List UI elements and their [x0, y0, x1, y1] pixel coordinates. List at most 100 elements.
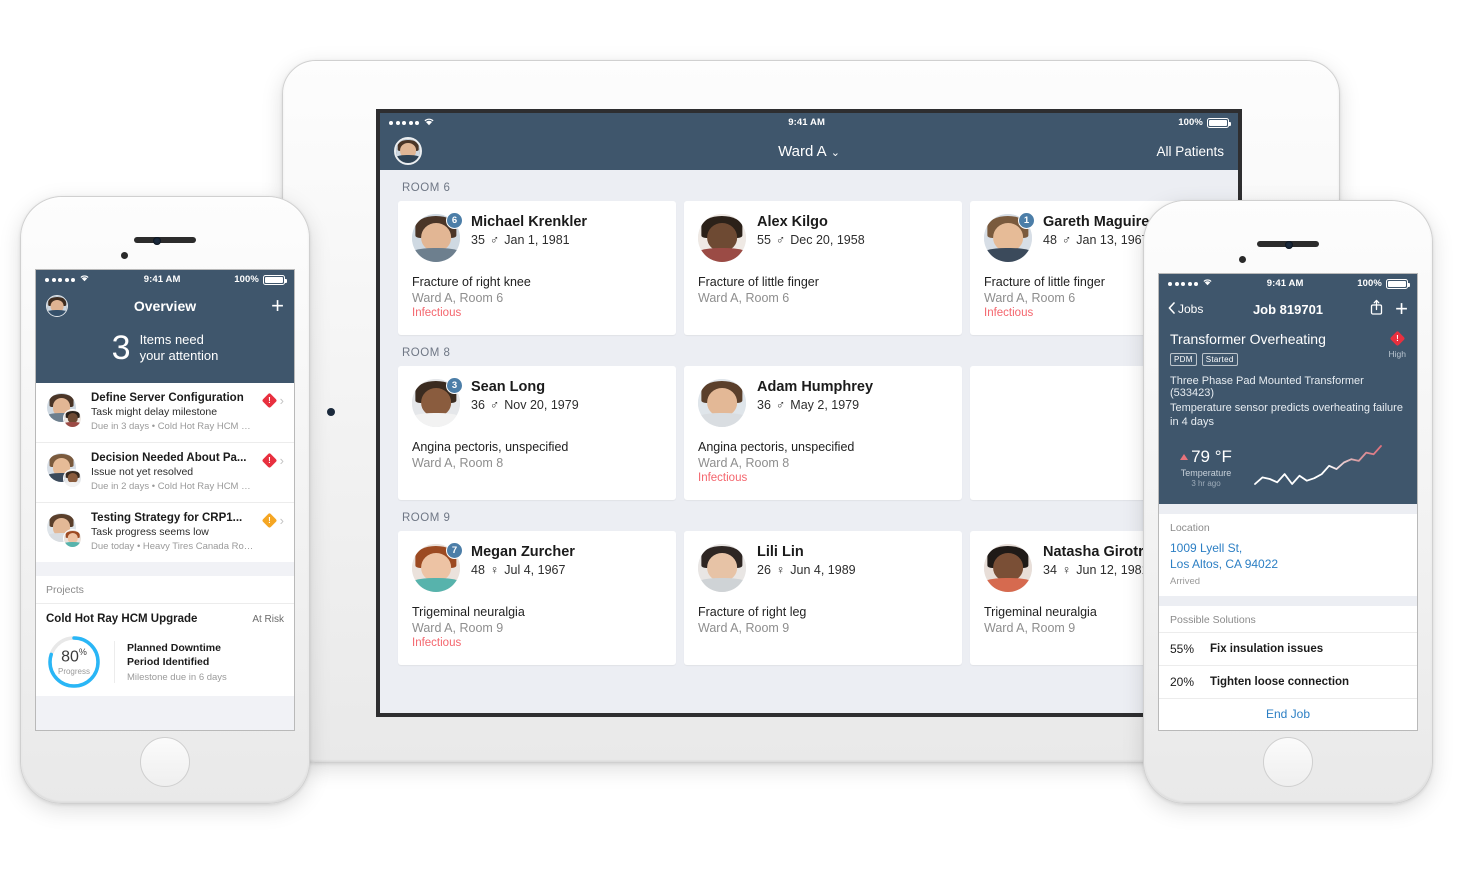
attention-list-item[interactable]: Define Server Configuration Task might de…	[36, 383, 294, 443]
item-avatars	[46, 452, 82, 488]
kpi-caption: Temperature	[1180, 468, 1232, 479]
patient-location: Ward A, Room 9	[698, 621, 790, 635]
warning-amber-icon	[261, 512, 277, 529]
patient-card-header: 6 Michael Krenkler 35 ♂ Jan 1, 1981	[412, 212, 662, 262]
ipad-user-avatar[interactable]	[394, 137, 422, 165]
priority-label: High	[1388, 349, 1406, 359]
solution-text: Fix insulation issues	[1210, 642, 1324, 655]
section-divider	[36, 562, 294, 576]
solutions-section: Possible Solutions 55% Fix insulation iss…	[1159, 605, 1417, 730]
patient-location: Ward A, Room 6	[412, 291, 504, 305]
job-priority: High	[1388, 330, 1406, 359]
room-card-row: 3 Sean Long 36 ♂ Nov 20, 1979 Angina pectoris…	[398, 366, 1238, 500]
patient-sex-icon: ♂	[775, 398, 786, 412]
patient-identity: Megan Zurcher 48 ♀ Jul 4, 1967	[471, 544, 651, 577]
job-tag: Started	[1201, 352, 1238, 366]
iphone-left-home-button[interactable]	[140, 737, 190, 787]
address-line-2: Los Altos, CA 94022	[1170, 557, 1279, 572]
battery-percent-label: 100%	[1178, 117, 1203, 128]
add-job-button[interactable]: +	[1395, 298, 1408, 320]
patient-age: 36	[471, 398, 485, 412]
patient-infectious-flag: Infectious	[698, 472, 748, 484]
patient-details: Angina pectoris, unspecified Ward A, Room…	[412, 440, 662, 470]
location-label: Location	[1170, 522, 1210, 534]
project-card[interactable]: Cold Hot Ray HCM Upgrade At Risk 80% Pro…	[36, 604, 294, 696]
all-patients-button[interactable]: All Patients	[1156, 144, 1224, 159]
ipad-ward-title[interactable]: Ward A ⌄	[380, 143, 1238, 160]
share-icon[interactable]	[1370, 299, 1383, 320]
attention-list-item[interactable]: Testing Strategy for CRP1... Task progres…	[36, 503, 294, 562]
item-avatars	[46, 512, 82, 548]
patient-sex-icon: ♂	[489, 233, 500, 247]
priority-alert-icon	[1389, 330, 1406, 347]
patient-card[interactable]: Adam Humphrey 36 ♂ May 2, 1979 Angina pector…	[684, 366, 962, 500]
patient-card[interactable]: 3 Sean Long 36 ♂ Nov 20, 1979 Angina pectoris…	[398, 366, 676, 500]
patient-sex-icon: ♀	[489, 563, 500, 577]
patient-card-header: Alex Kilgo 55 ♂ Dec 20, 1958	[698, 214, 948, 262]
avatar-art	[64, 410, 81, 427]
item-trailing: ›	[261, 392, 284, 409]
patient-details: Trigeminal neuralgia Ward A, Room 9 Infect…	[412, 605, 662, 649]
patient-avatar-wrap: 3	[412, 377, 463, 427]
proximity-sensor-icon	[121, 252, 128, 259]
patient-location: Ward A, Room 9	[412, 621, 504, 635]
left-status-left	[45, 274, 90, 285]
progress-value: 80%	[61, 646, 87, 666]
item-trailing: ›	[261, 512, 284, 529]
item-title: Define Server Configuration	[91, 392, 244, 404]
patient-badge-count: 3	[446, 377, 463, 394]
patient-avatar	[698, 214, 746, 262]
job-kpi-panel[interactable]: 79 °F Temperature 3 hr ago	[1159, 439, 1417, 505]
attention-list-item[interactable]: Decision Needed About Pa... Issue not yet…	[36, 443, 294, 503]
left-status-right: 100%	[234, 274, 287, 285]
patient-details: Fracture of right leg Ward A, Room 9	[698, 605, 948, 635]
alert-red-icon	[261, 452, 277, 469]
solution-row[interactable]: 20% Tighten loose connection	[1159, 664, 1417, 698]
patient-badge-count: 7	[446, 542, 463, 559]
milestone-due: Milestone due in 6 days	[127, 672, 227, 684]
solution-row[interactable]: 55% Fix insulation issues	[1159, 631, 1417, 665]
front-camera-icon	[153, 237, 161, 245]
wifi-icon	[1202, 278, 1213, 289]
avatar-secondary	[63, 409, 82, 428]
item-trailing: ›	[261, 452, 284, 469]
patient-name: Lili Lin	[757, 544, 804, 560]
progress-caption: Progress	[57, 667, 90, 677]
patient-card[interactable]: 6 Michael Krenkler 35 ♂ Jan 1, 1981 Fracture …	[398, 201, 676, 335]
add-item-button[interactable]: +	[271, 295, 284, 317]
item-title: Testing Strategy for CRP1...	[91, 512, 243, 524]
patient-avatar	[698, 544, 746, 592]
milestone-line-1: Planned Downtime	[127, 641, 221, 654]
avatar-art	[396, 139, 420, 163]
solution-percent: 20%	[1170, 674, 1195, 689]
patient-condition: Fracture of right knee	[412, 275, 531, 289]
patient-sex-icon: ♀	[1061, 563, 1072, 577]
projects-section-label: Projects	[36, 576, 294, 604]
patient-demographics: 48 ♀ Jul 4, 1967	[471, 563, 651, 577]
iphone-right-home-button[interactable]	[1263, 737, 1313, 787]
patient-card[interactable]: Alex Kilgo 55 ♂ Dec 20, 1958 Fracture of lit…	[684, 201, 962, 335]
patient-name: Adam Humphrey	[757, 379, 874, 395]
patient-card[interactable]: Lili Lin 26 ♀ Jun 4, 1989 Fracture of right …	[684, 531, 962, 665]
alert-red-icon	[261, 392, 277, 409]
overview-title: Overview	[133, 298, 197, 314]
avatar-art	[64, 470, 81, 487]
milestone-line-2: Period Identified	[127, 656, 210, 668]
patient-card[interactable]: 7 Megan Zurcher 48 ♀ Jul 4, 1967 Trigeminal n…	[398, 531, 676, 665]
job-asset: Three Phase Pad Mounted Transformer (533…	[1170, 374, 1364, 399]
end-job-button[interactable]: End Job	[1159, 697, 1417, 730]
overview-user-avatar[interactable]	[46, 295, 68, 317]
location-address[interactable]: 1009 Lyell St, Los Altos, CA 94022	[1159, 540, 1417, 576]
patient-avatar-wrap	[984, 544, 1032, 592]
avatar-secondary	[63, 469, 82, 488]
job-hero: Transformer Overheating PDMStarted High …	[1159, 325, 1417, 440]
back-to-jobs-button[interactable]: Jobs	[1168, 301, 1203, 317]
patient-identity: Sean Long 36 ♂ Nov 20, 1979	[471, 379, 651, 412]
avatar-secondary	[63, 529, 82, 548]
patient-location: Ward A, Room 6	[698, 291, 790, 305]
item-subtitle: Task progress seems low	[91, 526, 209, 538]
overview-header: 9:41 AM 100% Overview + 3 Items need you…	[36, 270, 294, 383]
battery-icon	[262, 274, 287, 285]
room-label: ROOM 9	[402, 512, 451, 524]
patient-age: 48	[471, 563, 485, 577]
